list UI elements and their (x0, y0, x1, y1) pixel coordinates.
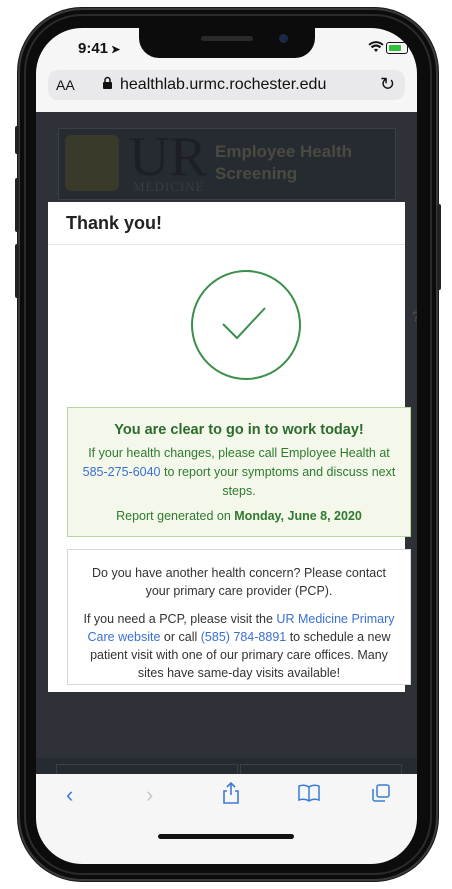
forward-chevron-icon[interactable]: › (146, 782, 153, 808)
employee-health-phone-link[interactable]: 585-275-6040 (83, 465, 161, 479)
safari-toolbar: ‹ › (36, 774, 417, 864)
page-header-banner: UR MEDICINE Employee Health Screening (58, 126, 396, 200)
clear-to-work-alert: You are clear to go in to work today! If… (67, 407, 411, 537)
modal-header: Thank you! (48, 202, 405, 245)
reload-icon[interactable]: ↻ (380, 74, 395, 95)
clear-heading: You are clear to go in to work today! (114, 422, 364, 438)
page-title: Employee Health Screening (215, 142, 352, 183)
text-size-button[interactable]: AA (56, 77, 75, 93)
health-concern-box: Do you have another health concern? Plea… (67, 549, 411, 685)
speaker-grille (201, 36, 253, 41)
notch (139, 28, 315, 58)
volume-up-button (15, 178, 19, 232)
location-arrow-icon: ➤ (111, 44, 121, 56)
primary-care-phone-link[interactable]: (585) 784-8891 (201, 630, 286, 644)
status-time: 9:41 ➤ (78, 40, 121, 57)
report-date: Monday, June 8, 2020 (234, 509, 362, 523)
university-seal-icon (65, 135, 119, 191)
checkmark-circle-icon (191, 270, 301, 380)
thank-you-modal: Thank you! You are clear to go in to wor… (48, 202, 411, 692)
back-chevron-icon[interactable]: ‹ (66, 782, 73, 808)
home-indicator[interactable] (158, 834, 294, 839)
report-generated-text: Report generated on Monday, June 8, 2020 (116, 509, 362, 523)
power-button (437, 204, 441, 290)
volume-down-button (15, 244, 19, 298)
lock-icon (102, 76, 113, 92)
wifi-icon (368, 40, 384, 56)
url-bar[interactable]: AA healthlab.urmc.rochester.edu ↻ (48, 70, 405, 100)
tabs-icon[interactable] (372, 782, 390, 808)
share-icon[interactable] (222, 781, 240, 810)
pcp-contact-text: Do you have another health concern? Plea… (92, 566, 386, 598)
modal-title: Thank you! (66, 213, 163, 233)
book-icon[interactable] (298, 782, 320, 808)
background-hint: ? (412, 308, 417, 324)
logo-medicine-text: MEDICINE (133, 179, 205, 194)
silent-switch (15, 126, 19, 154)
front-camera (279, 34, 288, 43)
battery-charging-icon (386, 42, 408, 54)
phone-screen: 9:41 ➤ AA healthlab.urmc.rochester.edu ↻ … (36, 28, 417, 864)
pcp-info-text: If you need a PCP, please visit the UR M… (83, 612, 395, 680)
url-text[interactable]: healthlab.urmc.rochester.edu (120, 76, 326, 94)
clear-message: If your health changes, please call Empl… (82, 446, 396, 498)
